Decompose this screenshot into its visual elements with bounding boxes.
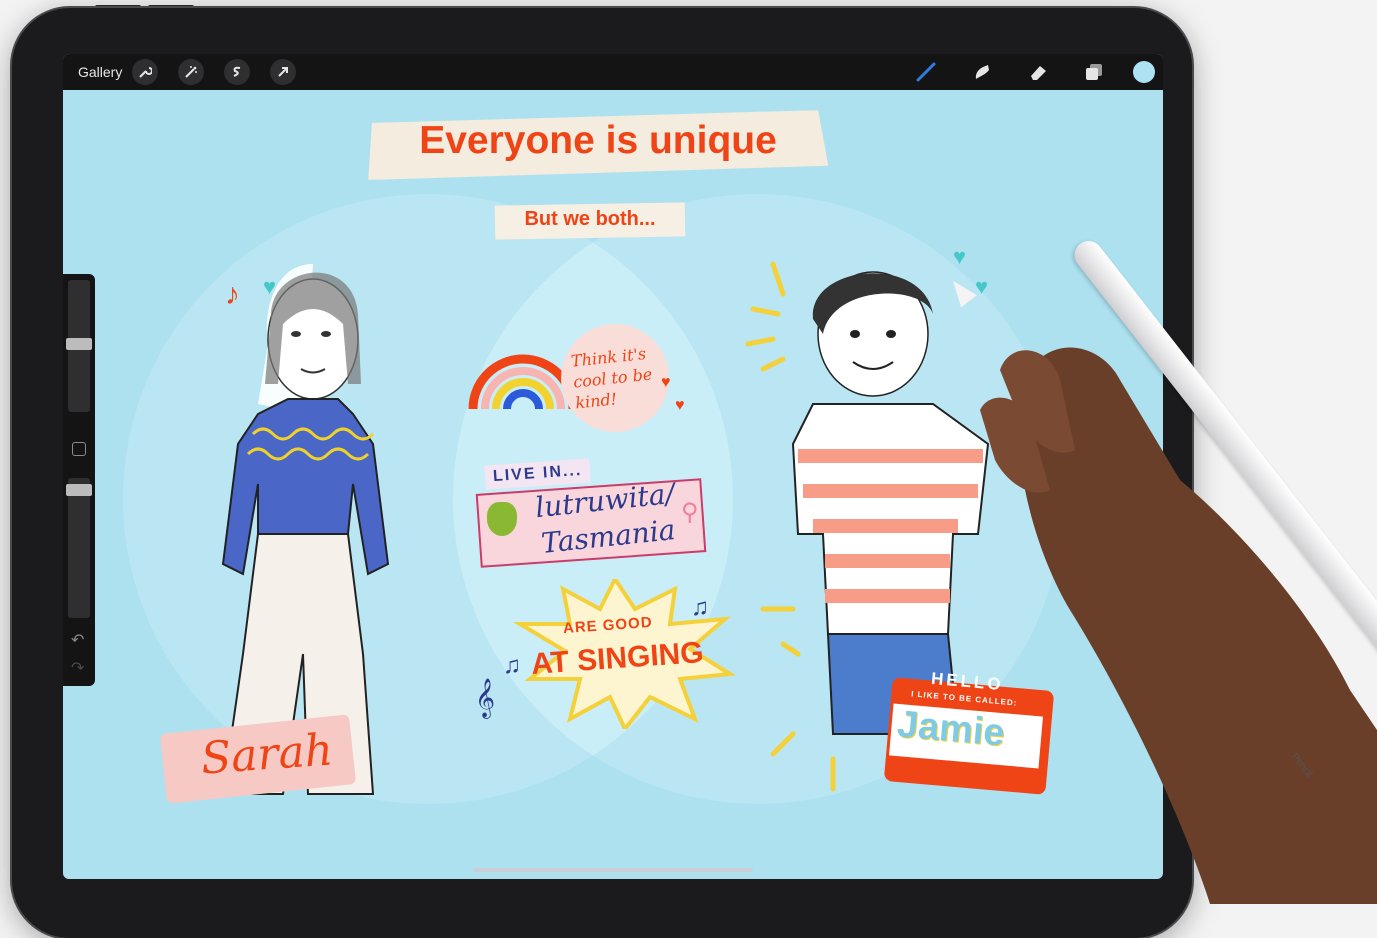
tasmania-map-icon (487, 502, 517, 536)
hand-illustration (980, 347, 1377, 904)
actions-wrench-icon[interactable] (132, 59, 159, 85)
kind-text: Think it's cool to be kind! (570, 343, 654, 413)
modify-square-button[interactable] (72, 442, 86, 456)
svg-text:♪: ♪ (225, 278, 240, 311)
home-indicator[interactable] (473, 868, 753, 872)
brush-icon[interactable] (913, 59, 939, 85)
music-note-icon-2: ♫ (503, 652, 521, 679)
gallery-button[interactable]: Gallery (78, 64, 122, 80)
undo-icon[interactable]: ↶ (71, 630, 84, 650)
redo-icon[interactable]: ↷ (71, 658, 84, 678)
treble-clef-icon: 𝄞 (475, 679, 496, 717)
svg-text:♥: ♥ (263, 274, 276, 299)
eraser-icon[interactable] (1025, 59, 1051, 85)
smudge-icon[interactable] (969, 59, 995, 85)
brush-opacity-slider[interactable] (66, 478, 92, 618)
adjustments-wand-icon[interactable] (178, 59, 205, 85)
heart-icon: ♥ (661, 374, 671, 391)
svg-text:♥: ♥ (953, 244, 966, 269)
heart-icon-2: ♥ (675, 397, 685, 414)
color-picker-swatch[interactable] (1133, 61, 1155, 83)
sarah-name: Sarah (199, 724, 335, 785)
brush-size-thumb[interactable] (66, 338, 92, 350)
top-toolbar: Gallery (63, 54, 1163, 90)
canvas-title: Everyone is unique (419, 119, 777, 162)
music-note-icon: ♫ (691, 594, 709, 621)
transform-arrow-icon[interactable] (270, 59, 297, 85)
brush-opacity-thumb[interactable] (66, 484, 92, 496)
brush-size-slider[interactable] (66, 280, 92, 412)
selection-s-icon[interactable] (224, 59, 251, 85)
brush-sidebar: ↶ ↷ (63, 274, 95, 686)
svg-text:♥: ♥ (975, 274, 988, 299)
canvas-subtitle: But we both... (524, 208, 656, 230)
map-pin-icon: ⚲ (681, 499, 699, 526)
layers-icon[interactable] (1081, 59, 1107, 85)
